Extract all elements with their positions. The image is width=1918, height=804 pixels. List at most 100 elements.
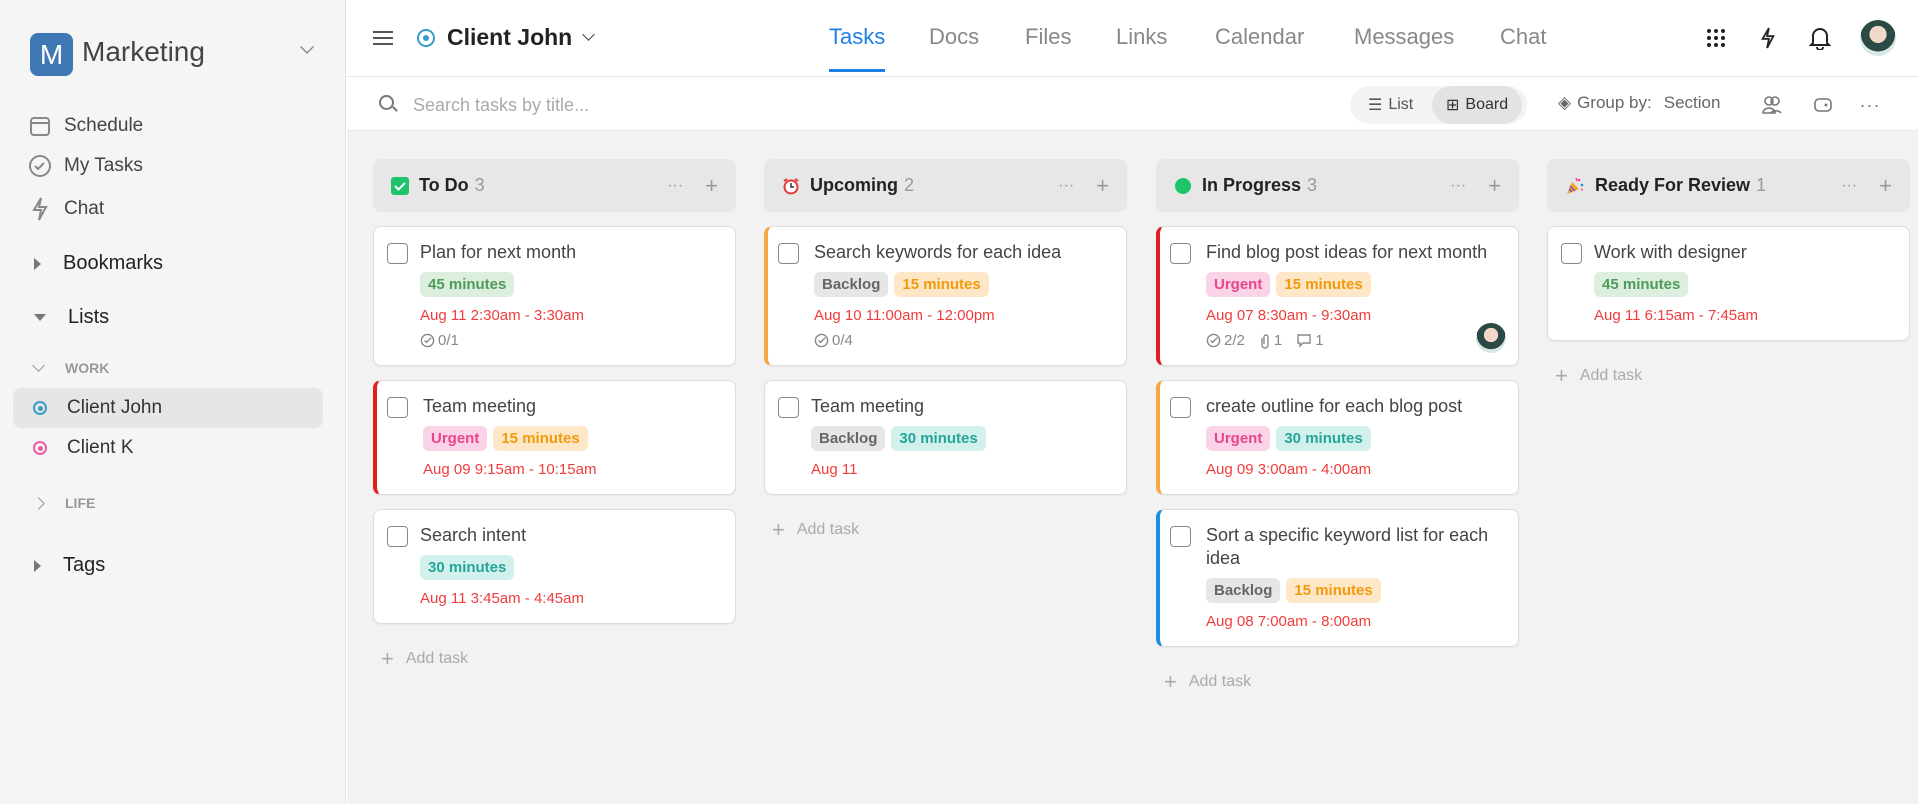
plus-icon[interactable]: + (1096, 173, 1109, 199)
workspace-name[interactable]: Marketing (82, 36, 205, 68)
task-tag[interactable]: Backlog (814, 272, 889, 297)
tab-calendar[interactable]: Calendar (1215, 24, 1304, 69)
sidebar-item-label: My Tasks (64, 155, 143, 176)
members-icon[interactable] (1759, 92, 1785, 118)
more-icon[interactable]: ··· (667, 177, 683, 195)
task-tag[interactable]: 15 minutes (1286, 578, 1381, 603)
view-board-button[interactable]: ⊞ Board (1432, 86, 1523, 124)
layers-icon: ◈ (1558, 93, 1572, 112)
task-checkbox[interactable] (387, 526, 408, 547)
lightning-icon[interactable] (1752, 22, 1784, 54)
section-label: Tags (63, 554, 106, 576)
tab-messages[interactable]: Messages (1354, 24, 1454, 69)
sidebar-item-my-tasks[interactable]: My Tasks (28, 154, 143, 178)
add-task-button[interactable]: + Add task (772, 517, 1127, 543)
sidebar-item-client-john[interactable]: Client John (13, 388, 323, 428)
bell-icon[interactable] (1804, 22, 1836, 54)
tab-files[interactable]: Files (1025, 24, 1071, 69)
task-tag[interactable]: 45 minutes (420, 272, 515, 297)
more-icon[interactable]: ··· (1857, 92, 1883, 118)
party-popper-icon (1565, 176, 1585, 196)
sidebar: M Marketing Schedule My Tasks Chat Bookm… (0, 0, 346, 804)
comment-count: 1 (1315, 332, 1324, 349)
tab-links[interactable]: Links (1116, 24, 1167, 69)
assignee-avatar[interactable] (1476, 323, 1506, 353)
sidebar-item-client-k[interactable]: Client K (13, 428, 323, 468)
plus-icon[interactable]: + (705, 173, 718, 199)
plus-icon[interactable]: + (1488, 173, 1501, 199)
task-meta: 0/4 (814, 332, 1110, 349)
more-icon[interactable]: ··· (1058, 177, 1074, 195)
task-card[interactable]: create outline for each blog post Urgent… (1156, 380, 1519, 495)
task-checkbox[interactable] (387, 243, 408, 264)
plus-icon: + (381, 646, 394, 671)
sidebar-section-lists[interactable]: Lists (34, 306, 109, 329)
tab-docs[interactable]: Docs (929, 24, 979, 69)
column-count: 3 (474, 175, 485, 195)
task-tag[interactable]: 15 minutes (493, 426, 588, 451)
task-tag[interactable]: Urgent (1206, 272, 1271, 297)
task-checkbox[interactable] (1561, 243, 1582, 264)
more-icon[interactable]: ··· (1841, 177, 1857, 195)
task-checkbox[interactable] (1170, 397, 1191, 418)
task-tag[interactable]: 30 minutes (420, 555, 515, 580)
task-card[interactable]: Plan for next month 45 minutes Aug 11 2:… (373, 226, 736, 366)
view-label: List (1388, 96, 1414, 113)
task-card[interactable]: Search keywords for each idea Backlog 15 … (764, 226, 1127, 366)
task-tag[interactable]: Backlog (811, 426, 886, 451)
task-tag[interactable]: Urgent (1206, 426, 1271, 451)
apps-grid-icon[interactable] (1700, 22, 1732, 54)
workspace-logo[interactable]: M (30, 33, 73, 76)
task-checkbox[interactable] (778, 243, 799, 264)
add-task-button[interactable]: + Add task (1555, 363, 1910, 389)
search-input[interactable] (413, 90, 913, 120)
task-checkbox[interactable] (387, 397, 408, 418)
tag-icon[interactable] (1810, 92, 1836, 118)
top-header: Client John Tasks Docs Files Links Calen… (347, 0, 1918, 77)
add-task-button[interactable]: + Add task (1164, 669, 1519, 695)
task-card[interactable]: Work with designer 45 minutes Aug 11 6:1… (1547, 226, 1910, 341)
paperclip-icon (1259, 333, 1271, 349)
tab-chat[interactable]: Chat (1500, 24, 1546, 69)
task-card[interactable]: Team meeting Urgent 15 minutes Aug 09 9:1… (373, 380, 736, 495)
add-task-label: Add task (796, 521, 860, 538)
task-card[interactable]: Find blog post ideas for next month Urge… (1156, 226, 1519, 366)
view-list-button[interactable]: ☰ List (1354, 86, 1427, 124)
task-tag[interactable]: Backlog (1206, 578, 1281, 603)
menu-icon[interactable] (373, 31, 393, 45)
subtask-check-icon (420, 333, 435, 348)
task-checkbox[interactable] (778, 397, 799, 418)
user-avatar[interactable] (1860, 20, 1896, 56)
more-icon[interactable]: ··· (1450, 177, 1466, 195)
task-tag[interactable]: Urgent (423, 426, 488, 451)
sidebar-section-bookmarks[interactable]: Bookmarks (34, 252, 163, 275)
task-tag[interactable]: 30 minutes (1276, 426, 1371, 451)
task-tag[interactable]: 15 minutes (894, 272, 989, 297)
alarm-clock-icon (782, 177, 800, 195)
task-card[interactable]: Sort a specific keyword list for each id… (1156, 509, 1519, 647)
add-task-button[interactable]: + Add task (381, 646, 736, 672)
chevron-down-icon[interactable] (300, 40, 314, 54)
task-checkbox[interactable] (1170, 243, 1191, 264)
project-selector[interactable]: Client John (417, 24, 596, 51)
task-tag[interactable]: 30 minutes (891, 426, 986, 451)
add-task-label: Add task (1188, 673, 1252, 690)
add-task-label: Add task (405, 650, 469, 667)
group-life[interactable]: LIFE (32, 495, 95, 511)
sidebar-item-chat[interactable]: Chat (28, 197, 104, 221)
task-tag[interactable]: 45 minutes (1594, 272, 1689, 297)
task-date: Aug 11 6:15am - 7:45am (1594, 307, 1758, 324)
task-card[interactable]: Team meeting Backlog 30 minutes Aug 11 (764, 380, 1127, 495)
board-column: To Do 3 ··· + Plan for next month 45 minu… (373, 159, 736, 672)
task-checkbox[interactable] (1170, 526, 1191, 547)
sidebar-item-schedule[interactable]: Schedule (28, 114, 143, 138)
sidebar-section-tags[interactable]: Tags (34, 554, 105, 577)
plus-icon[interactable]: + (1879, 173, 1892, 199)
task-card[interactable]: Search intent 30 minutes Aug 11 3:45am -… (373, 509, 736, 624)
column-header: Upcoming 2 ··· + (764, 159, 1127, 212)
group-work[interactable]: WORK (32, 359, 109, 376)
checkbox-icon (391, 176, 409, 195)
group-by-button[interactable]: ◈ Group by: Section (1558, 93, 1720, 113)
tab-tasks[interactable]: Tasks (829, 24, 886, 72)
task-tag[interactable]: 15 minutes (1276, 272, 1371, 297)
